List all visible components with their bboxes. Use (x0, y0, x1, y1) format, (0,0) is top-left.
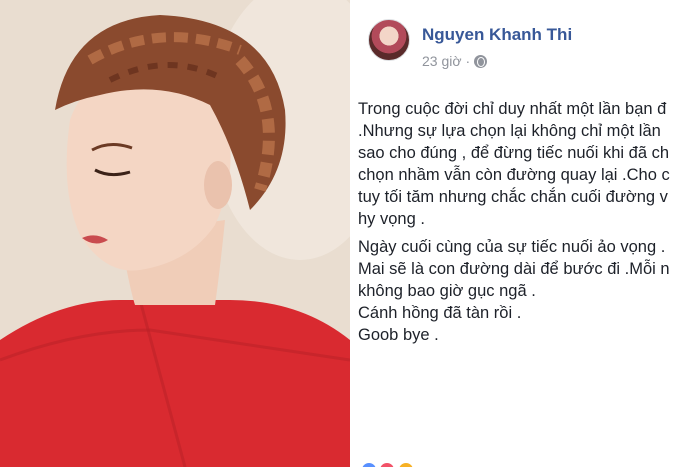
post-line: sao cho đúng , để đừng tiếc nuối khi đã … (358, 144, 670, 162)
portrait-photo (0, 0, 350, 467)
like-reaction-icon (360, 461, 378, 467)
meta-separator: · (465, 53, 471, 69)
post-line: Goob bye . (358, 326, 439, 344)
love-reaction-icon (378, 461, 397, 467)
sad-reaction-icon (396, 461, 415, 467)
post-line: .Nhưng sự lựa chọn lại không chỉ một lần (358, 122, 661, 140)
post-line: không bao giờ gục ngã . (358, 282, 536, 300)
facebook-post: Nguyen Khanh Thi 23 giờ · Trong cuộc đời … (354, 0, 700, 467)
post-line: chọn nhầm vẫn còn đường quay lại .Cho c (358, 166, 670, 184)
globe-icon[interactable] (474, 55, 488, 68)
post-meta: 23 giờ · (422, 53, 488, 69)
post-line: hy vọng . (358, 210, 425, 228)
reaction-icons[interactable] (360, 461, 415, 467)
post-line: tuy tối tăm nhưng chắc chắn cuối đường v (358, 188, 668, 206)
post-line: Ngày cuối cùng của sự tiếc nuối ảo vọng … (358, 238, 666, 256)
portrait-illustration (0, 0, 350, 467)
post-line: Mai sẽ là con đường dài để bước đi .Mỗi … (358, 260, 670, 278)
author-avatar[interactable] (368, 19, 410, 61)
post-timestamp[interactable]: 23 giờ (422, 53, 462, 69)
post-line: Cánh hồng đã tàn rồi . (358, 304, 522, 322)
post-body: Trong cuộc đời chỉ duy nhất một lần bạn … (358, 98, 700, 346)
post-line: Trong cuộc đời chỉ duy nhất một lần bạn … (358, 100, 667, 118)
author-name-link[interactable]: Nguyen Khanh Thi (422, 25, 572, 45)
